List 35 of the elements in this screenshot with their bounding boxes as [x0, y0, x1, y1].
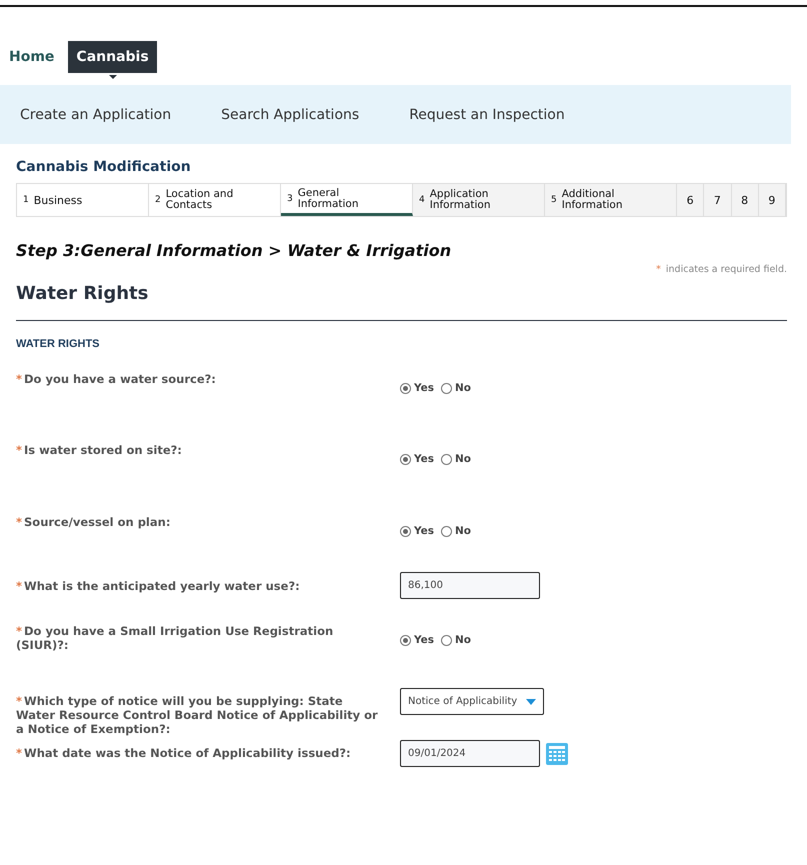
- question-label: * Do you have a Small Irrigation Use Registration (SIUR)?:: [16, 624, 334, 654]
- radio-option[interactable]: Yes: [400, 382, 434, 394]
- radio-option[interactable]: Yes: [400, 525, 434, 537]
- menu-link[interactable]: Search Applications: [221, 106, 360, 122]
- radio-option[interactable]: Yes: [400, 453, 434, 465]
- step-tab[interactable]: 8: [732, 184, 759, 216]
- record-type-title: Cannabis Modification: [16, 159, 192, 175]
- step-heading: Step 3:General Information > Water & Irrigation: [16, 241, 452, 260]
- required-note: * indicates a required field.: [655, 264, 787, 275]
- question-label: * What date was the Notice of Applicability issued?:: [16, 746, 352, 762]
- menu-link[interactable]: Request an Inspection: [409, 106, 565, 122]
- question-label: * Do you have a water source?:: [16, 372, 217, 388]
- step-tab[interactable]: 7: [704, 184, 732, 216]
- step-tab[interactable]: 9: [758, 184, 786, 216]
- dropdown-arrow-icon: [526, 698, 536, 704]
- radio-option[interactable]: No: [441, 634, 472, 646]
- step-tab[interactable]: 6: [677, 184, 704, 216]
- step-tab[interactable]: 1 Business: [17, 184, 149, 216]
- nav-tab[interactable]: Home: [7, 41, 62, 73]
- radio-option[interactable]: No: [441, 525, 472, 537]
- question-label: * Is water stored on site?:: [16, 443, 183, 459]
- section-title: Water Rights: [16, 283, 150, 304]
- caret-icon: [108, 75, 117, 79]
- calendar-icon[interactable]: [546, 742, 568, 764]
- input-field[interactable]: 86,100: [400, 572, 540, 599]
- question-label: * Which type of notice will you be supplying: State Water Resource Control Board Notice of Applicability or a Notice of Exemption?:: [16, 694, 379, 738]
- question-label: * Source/vessel on plan:: [16, 515, 172, 531]
- question-label: * What is the anticipated yearly water use?:: [16, 579, 301, 595]
- radio-option[interactable]: No: [441, 453, 472, 465]
- dropdown[interactable]: Notice of Applicability: [400, 688, 544, 715]
- menu-link[interactable]: Create an Application: [20, 106, 172, 122]
- radio-option[interactable]: No: [441, 382, 472, 394]
- radio-option[interactable]: Yes: [400, 634, 434, 646]
- subsection-title: WATER RIGHTS: [16, 338, 101, 350]
- date-field[interactable]: 09/01/2024: [400, 740, 540, 767]
